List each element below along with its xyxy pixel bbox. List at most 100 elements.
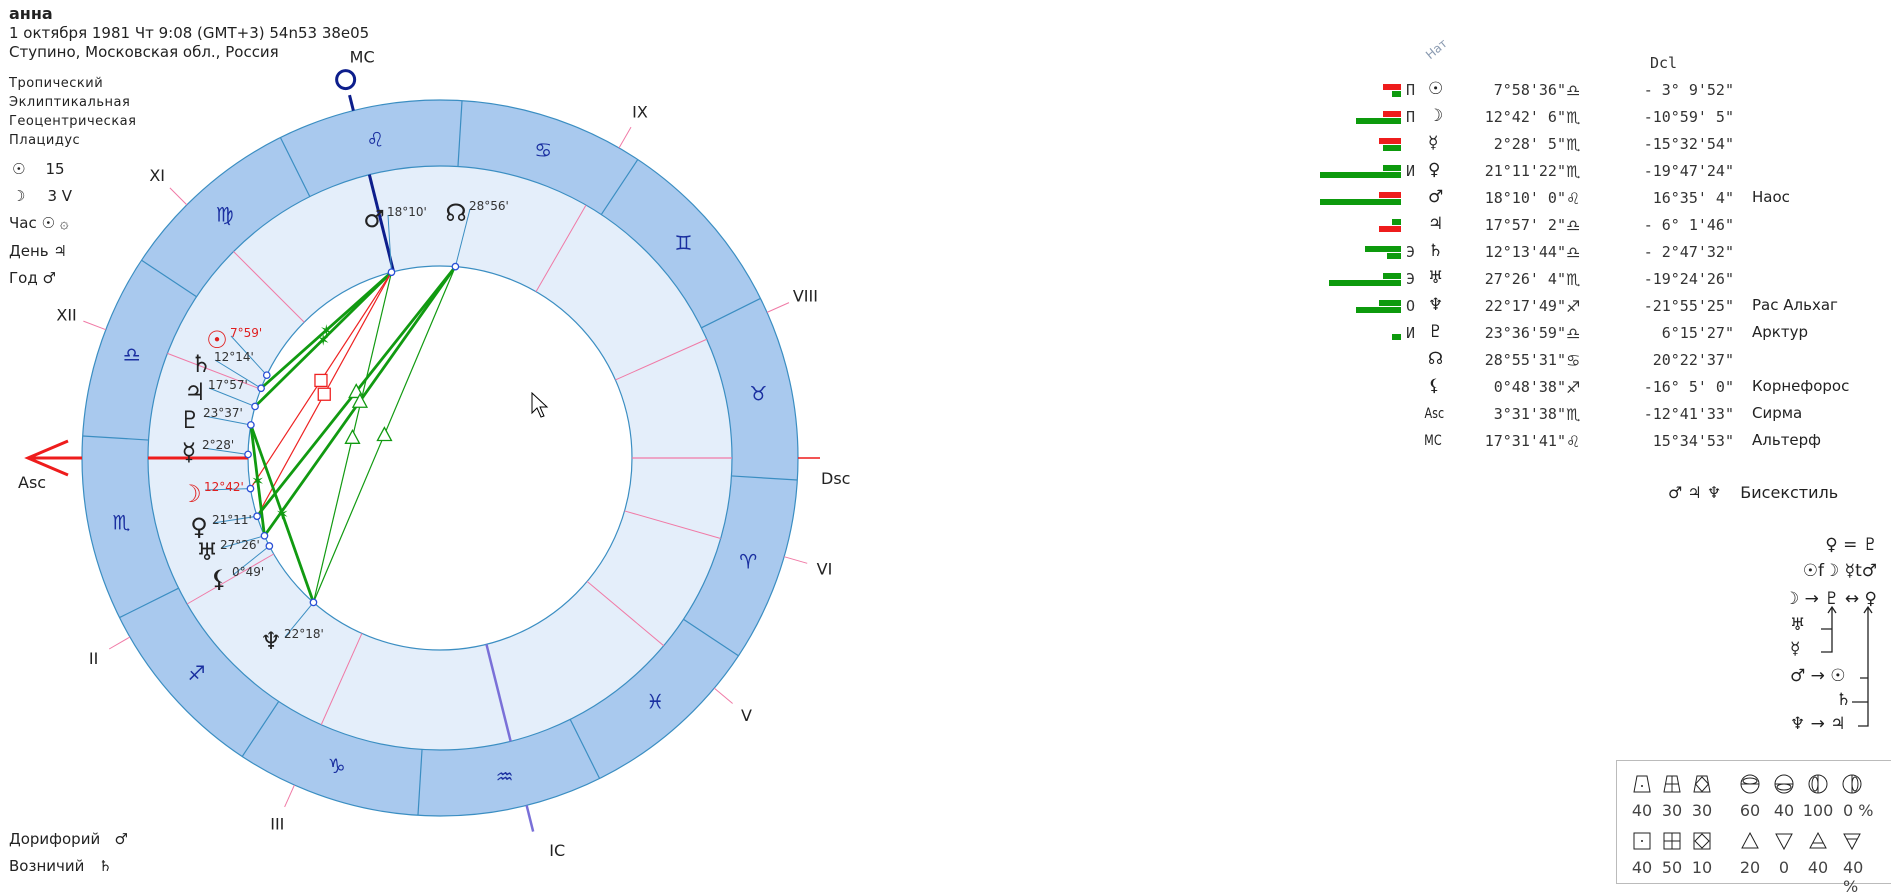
mercury-icon: ☿	[1790, 639, 1801, 659]
planet-degree-label: 28°56'	[469, 199, 509, 213]
planet-marker	[265, 542, 274, 550]
house-label: VI	[817, 559, 833, 578]
planet-degree-label: 17°57'	[208, 378, 248, 392]
natal-chart-wheel[interactable]: VIIIIXXIXIIIIIIIVVI ♈♉♊♋♌♍♎♏♐♑ ♒♓ ✶✶✶✶ As…	[0, 0, 900, 884]
cadent-house-icon	[1691, 830, 1713, 852]
planet-degree-label: 0°49'	[232, 565, 264, 579]
uranus-icon: ♅	[196, 538, 218, 566]
planet-status: Э	[1406, 243, 1416, 261]
fire-cardinal-icon	[1631, 773, 1653, 795]
planet-declination: -19°47'24"	[1643, 162, 1734, 180]
planet-degree-label: 23°37'	[203, 406, 243, 420]
strength-bar-green	[1365, 246, 1401, 252]
strength-bar-red	[1383, 84, 1401, 90]
planet-longitude: 17°31'41"	[1484, 432, 1566, 450]
planet-marker	[246, 484, 255, 493]
fixed-star: Арктур	[1752, 323, 1808, 341]
planet-marker	[257, 384, 265, 393]
planet-declination: -15°32'54"	[1643, 135, 1734, 153]
planet-glyph-icon: ♅	[1428, 268, 1444, 288]
lower-hemisphere-icon	[1773, 773, 1795, 795]
zodiac-sign-icon: ♏	[1566, 270, 1581, 289]
strength-bar-green	[1383, 145, 1401, 151]
venus-icon: ♀	[190, 513, 208, 541]
upper-hemisphere-icon	[1739, 773, 1761, 795]
house-label: III	[270, 814, 284, 833]
house-cusp-tick	[713, 687, 733, 704]
planet-marker	[309, 598, 318, 607]
planet-declination: -12°41'33"	[1643, 405, 1734, 423]
column-header-nat: Нат	[1423, 36, 1450, 62]
planet-status: О	[1406, 297, 1416, 315]
earth-element-icon	[1841, 830, 1863, 852]
planet-degree-label: 21°11'	[212, 513, 252, 527]
house-label: V	[741, 706, 752, 725]
planet-longitude: 0°48'38"	[1493, 378, 1566, 396]
neptune-icon: ♆	[260, 627, 282, 655]
house-cusp-tick	[83, 320, 106, 331]
inner-circle	[247, 265, 633, 651]
house-cusp-tick	[284, 784, 295, 808]
planet-glyph-icon: ♆	[1428, 295, 1444, 315]
summary-value: 30	[1691, 801, 1713, 820]
succedent-house-icon	[1661, 830, 1683, 852]
zodiac-sign-icon: ♏	[1566, 162, 1581, 181]
aspect-configuration: ♂ ♃ ♆ Бисекстиль	[1668, 483, 1838, 502]
zodiac-sign-glyph: ♋	[534, 138, 552, 162]
planet-status: Э	[1406, 270, 1416, 288]
planet-marker	[247, 421, 255, 429]
west-hemisphere-icon	[1841, 773, 1863, 795]
planet-declination: 20°22'37"	[1652, 351, 1734, 369]
planet-marker	[244, 450, 252, 459]
planet-marker	[451, 262, 460, 271]
planet-declination: -21°55'25"	[1643, 297, 1734, 315]
zodiac-sign-icon: ♏	[1566, 405, 1581, 424]
summary-value: 0 %	[1843, 801, 1874, 820]
mc-line-outer	[348, 94, 355, 111]
square-aspect-icon	[314, 373, 328, 388]
summary-value: 40	[1807, 858, 1829, 877]
strength-bar-green	[1356, 118, 1401, 124]
zodiac-sign-icon: ♏	[1566, 108, 1581, 127]
planet-longitude: 3°31'38"	[1493, 405, 1566, 423]
strength-bar-green	[1392, 91, 1401, 97]
zodiac-sign-glyph: ♒	[496, 765, 514, 789]
planet-status: П	[1406, 81, 1416, 99]
house-label: XI	[149, 166, 165, 185]
planet-degree-label: 27°26'	[220, 538, 260, 552]
zodiac-sign-glyph: ♊	[675, 231, 693, 255]
planet-longitude: 12°13'44"	[1484, 243, 1566, 261]
planet-degree-label: 12°42'	[204, 480, 244, 494]
house-cusp-tick	[618, 126, 632, 149]
planet-status: И	[1406, 324, 1416, 342]
fire-element-icon	[1739, 830, 1761, 852]
planet-declination: 16°35' 4"	[1652, 189, 1734, 207]
dispositor-line: ☉f☽ ☿t♂	[1802, 561, 1877, 581]
planet-declination: -16° 5' 0"	[1643, 378, 1734, 396]
mc-label: MC	[350, 48, 375, 67]
dispositor-connectors	[1821, 605, 1873, 727]
summary-value: 10	[1691, 858, 1713, 877]
planet-status: И	[1406, 162, 1416, 180]
angular-house-icon	[1631, 830, 1653, 852]
lilith-icon: ⚸	[210, 565, 228, 593]
planet-glyph-icon: ☊	[1428, 349, 1444, 369]
planet-degree-label: 18°10'	[387, 205, 427, 219]
strength-bar-red	[1379, 192, 1401, 198]
strength-bar-green	[1383, 165, 1401, 171]
zodiac-sign-icon: ♎	[1566, 81, 1581, 100]
configuration-planets: ♂ ♃ ♆	[1668, 483, 1722, 502]
sextile-aspect-icon: ✶	[275, 505, 288, 524]
summary-value: 100	[1802, 801, 1834, 820]
zodiac-sign-icon: ♎	[1566, 324, 1581, 343]
east-hemisphere-icon	[1807, 773, 1829, 795]
column-header-dcl: Dcl	[1650, 54, 1678, 72]
planet-glyph-icon: ♂	[1428, 187, 1444, 207]
planet-status: П	[1406, 108, 1416, 126]
planet-degree-label: 7°59'	[230, 326, 262, 340]
strength-bar-green	[1379, 300, 1401, 306]
planet-longitude: 22°17'49"	[1484, 297, 1566, 315]
pluto-icon: ♇	[179, 406, 201, 434]
planet-longitude: 23°36'59"	[1484, 324, 1566, 342]
house-label: II	[89, 649, 98, 668]
